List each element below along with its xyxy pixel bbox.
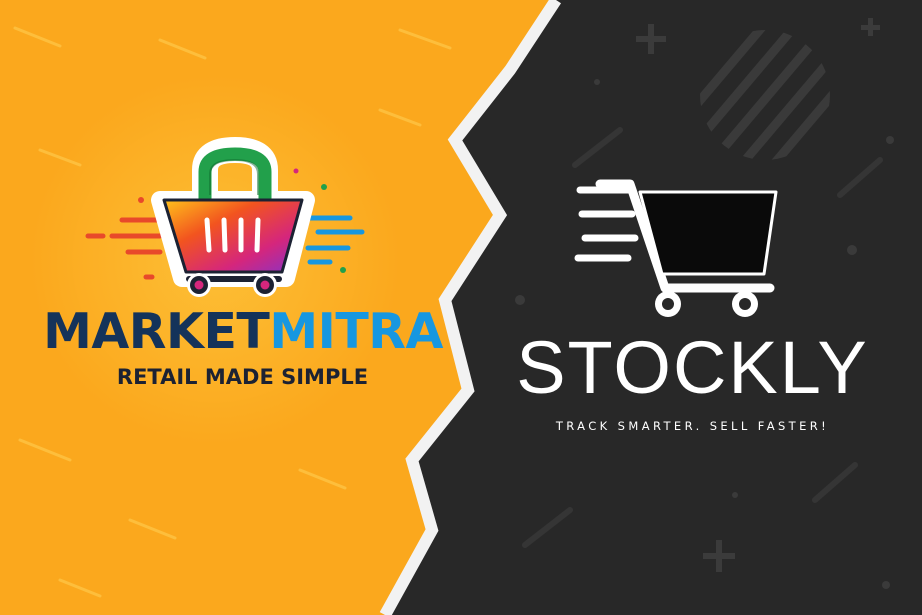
marketmitra-wordmark: MARKETMITRA <box>28 302 458 362</box>
wordmark-part-market: MARKET <box>43 303 270 360</box>
cart-basket <box>638 190 778 276</box>
stockly-wordmark: STOCKLY <box>516 326 869 409</box>
marketmitra-tagline: RETAIL MADE SIMPLE <box>116 365 369 389</box>
wordmark-part-mitra: MITRA <box>269 303 443 360</box>
basket-body <box>162 198 304 274</box>
stockly-tagline: TRACK SMARTER. SELL FASTER! <box>555 419 830 433</box>
split-brand-comparison: MARKETMITRA RETAIL MADE SIMPLE STOCKLY T… <box>0 0 922 615</box>
